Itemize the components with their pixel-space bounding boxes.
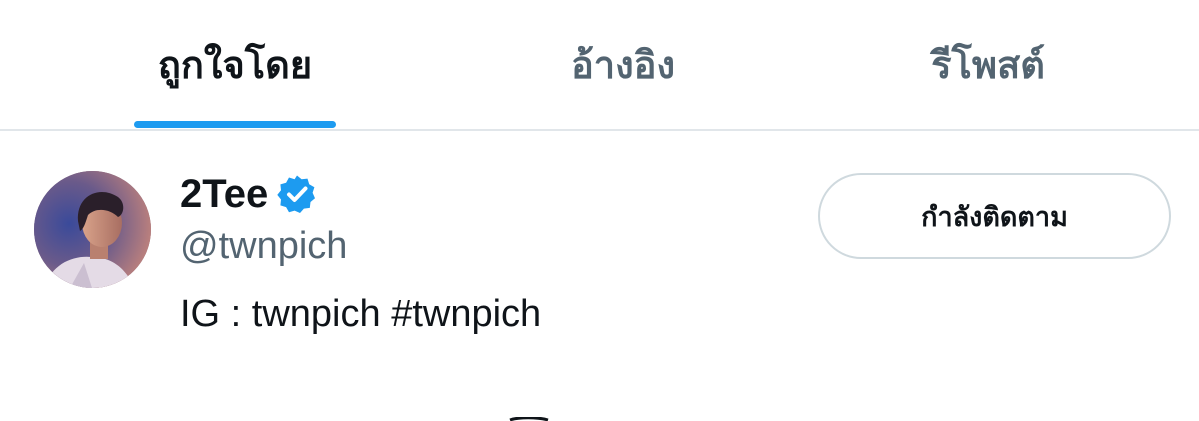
tab-reposts-label: รีโพสต์ (931, 43, 1045, 87)
tab-quotes[interactable]: อ้างอิง (508, 0, 738, 129)
avatar[interactable] (34, 171, 151, 288)
name-line: 2Tee (180, 169, 317, 219)
following-button[interactable]: กำลังติดตาม (818, 173, 1171, 259)
display-name[interactable]: 2Tee (180, 172, 268, 217)
tab-bar: ถูกใจโดย อ้างอิง รีโพสต์ (0, 0, 1199, 131)
active-tab-indicator (134, 121, 336, 128)
next-item-partial-glyph (509, 417, 549, 421)
following-button-label: กำลังติดตาม (921, 201, 1068, 233)
likes-page: ถูกใจโดย อ้างอิง รีโพสต์ 2Tee @twnpich I… (0, 0, 1199, 421)
user-bio: IG : twnpich #twnpich (180, 293, 542, 335)
profile-photo-icon (34, 171, 151, 288)
tab-liked-by[interactable]: ถูกใจโดย (120, 0, 350, 129)
tab-reposts[interactable]: รีโพสต์ (873, 0, 1103, 129)
verified-badge-icon (277, 174, 317, 214)
user-list-item[interactable]: 2Tee @twnpich IG : twnpich #twnpich กำลั… (0, 131, 1199, 421)
tab-quotes-label: อ้างอิง (570, 43, 676, 87)
tab-liked-by-label: ถูกใจโดย (157, 43, 313, 87)
user-handle[interactable]: @twnpich (180, 225, 347, 268)
